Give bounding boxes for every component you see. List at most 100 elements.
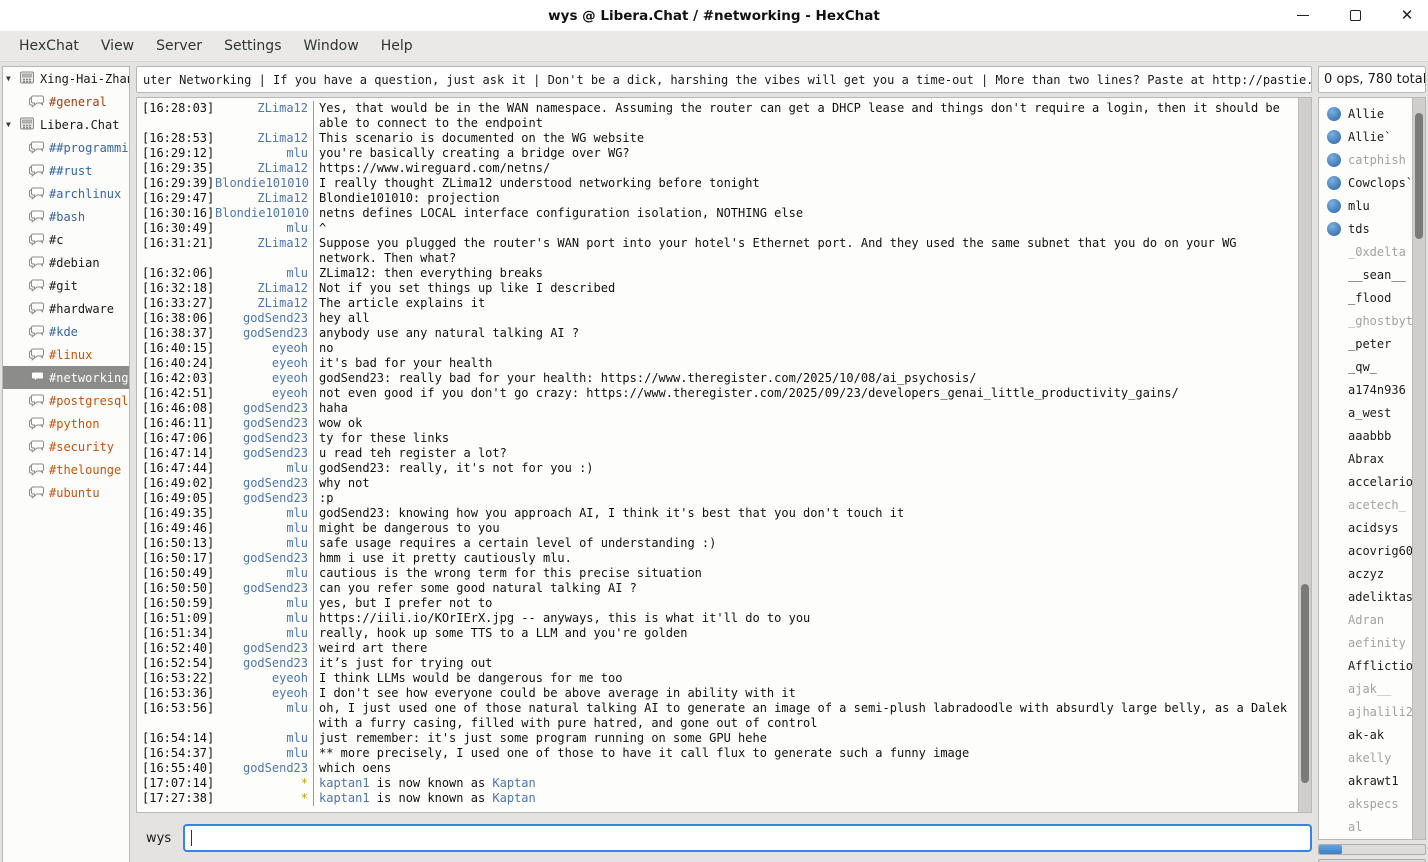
channel-item--debian[interactable]: #debian [3,251,129,274]
message-nick[interactable]: eyeoh [215,386,313,401]
channel-item--rust[interactable]: ##rust [3,159,129,182]
user-list-item[interactable]: Cowclops` [1319,171,1412,194]
user-list-item[interactable]: mlu [1319,194,1412,217]
message-nick[interactable]: mlu [215,596,313,611]
message-nick[interactable]: ZLima12 [215,236,313,266]
userlist-scrollbar[interactable] [1412,98,1425,839]
user-list-item[interactable]: _qw_ [1319,355,1412,378]
channel-item--ubuntu[interactable]: #ubuntu [3,481,129,504]
message-nick[interactable]: ZLima12 [215,296,313,311]
topic-input[interactable]: uter Networking | If you have a question… [136,66,1312,93]
channel-item--security[interactable]: #security [3,435,129,458]
message-nick[interactable]: godSend23 [215,326,313,341]
message-nick[interactable]: godSend23 [215,551,313,566]
message-nick[interactable]: mlu [215,521,313,536]
channel-item--c[interactable]: #c [3,228,129,251]
message-nick[interactable]: ZLima12 [215,131,313,146]
maximize-button[interactable] [1342,3,1368,29]
message-nick[interactable]: mlu [215,146,313,161]
message-nick[interactable]: Blondie101010 [215,176,313,191]
close-button[interactable]: ✕ [1394,3,1420,29]
server-item-xing-hai-zhan[interactable]: ▼Xing-Hai-Zhan [3,67,129,90]
message-nick[interactable]: eyeoh [215,371,313,386]
user-list-item[interactable]: acovrig60 [1319,539,1412,562]
expander-icon[interactable]: ▼ [6,120,19,129]
channel-item--kde[interactable]: #kde [3,320,129,343]
message-nick[interactable]: eyeoh [215,341,313,356]
user-list-item[interactable]: al [1319,815,1412,838]
message-input[interactable] [183,824,1312,852]
channel-item--bash[interactable]: #bash [3,205,129,228]
message-nick[interactable]: mlu [215,266,313,281]
menu-item-settings[interactable]: Settings [215,34,290,58]
user-list-item[interactable]: accelario [1319,470,1412,493]
channel-item--git[interactable]: #git [3,274,129,297]
menu-item-hexchat[interactable]: HexChat [10,34,88,58]
channel-item--archlinux[interactable]: #archlinux [3,182,129,205]
minimize-button[interactable] [1290,3,1316,29]
user-list-item[interactable]: akrawt1 [1319,769,1412,792]
user-list-item[interactable]: Affliction [1319,654,1412,677]
message-nick[interactable]: mlu [215,746,313,761]
channel-item--general[interactable]: #general [3,90,129,113]
user-list-item[interactable]: Allie [1319,102,1412,125]
message-nick[interactable]: ZLima12 [215,161,313,176]
user-list-item[interactable]: a_west [1319,401,1412,424]
user-list-item[interactable]: a174n936 [1319,378,1412,401]
user-list-item[interactable]: _0xdelta [1319,240,1412,263]
user-list-item[interactable]: _ghostbyt [1319,309,1412,332]
user-list-item[interactable]: catphish [1319,148,1412,171]
message-nick[interactable]: mlu [215,536,313,551]
message-nick[interactable]: godSend23 [215,581,313,596]
titlebar[interactable]: wys @ Libera.Chat / #networking - HexCha… [0,0,1428,31]
message-nick[interactable]: mlu [215,506,313,521]
message-nick[interactable]: godSend23 [215,641,313,656]
channel-item--networking[interactable]: #networking [3,366,129,389]
message-nick[interactable]: eyeoh [215,671,313,686]
menu-item-help[interactable]: Help [372,34,422,58]
channel-item--hardware[interactable]: #hardware [3,297,129,320]
user-list-item[interactable]: aefinity [1319,631,1412,654]
channel-item--thelounge[interactable]: #thelounge [3,458,129,481]
menu-item-window[interactable]: Window [294,34,367,58]
message-nick[interactable]: godSend23 [215,446,313,461]
message-nick[interactable]: godSend23 [215,431,313,446]
expander-icon[interactable]: ▼ [6,74,19,83]
message-nick[interactable]: Blondie101010 [215,206,313,221]
message-nick[interactable]: mlu [215,221,313,236]
userlist-scrollbar-thumb[interactable] [1415,113,1423,239]
user-list-item[interactable]: acetech_ [1319,493,1412,516]
message-nick[interactable]: godSend23 [215,311,313,326]
message-nick[interactable]: eyeoh [215,356,313,371]
message-nick[interactable]: godSend23 [215,656,313,671]
message-nick[interactable]: ZLima12 [215,281,313,296]
message-nick[interactable]: eyeoh [215,686,313,701]
message-nick[interactable]: mlu [215,731,313,746]
message-nick[interactable]: mlu [215,461,313,476]
channel-item--python[interactable]: #python [3,412,129,435]
channel-item--postgresql[interactable]: #postgresql [3,389,129,412]
menu-item-server[interactable]: Server [147,34,211,58]
user-list-item[interactable]: Adran [1319,608,1412,631]
user-list-item[interactable]: aczyz [1319,562,1412,585]
user-list-item[interactable]: adeliktas [1319,585,1412,608]
user-list-item[interactable]: acidsys [1319,516,1412,539]
user-list-item[interactable]: ajhalili2 [1319,700,1412,723]
message-nick[interactable]: mlu [215,611,313,626]
server-item-libera-chat[interactable]: ▼Libera.Chat [3,113,129,136]
user-list-item[interactable]: Abrax [1319,447,1412,470]
message-nick[interactable]: mlu [215,701,313,731]
chat-scrollbar-thumb[interactable] [1301,584,1309,784]
message-nick[interactable]: * [215,791,313,806]
channel-item--linux[interactable]: #linux [3,343,129,366]
chat-scrollbar[interactable] [1298,98,1311,812]
message-nick[interactable]: mlu [215,566,313,581]
menu-item-view[interactable]: View [92,34,143,58]
user-list-item[interactable]: Allie` [1319,125,1412,148]
message-nick[interactable]: godSend23 [215,491,313,506]
message-nick[interactable]: godSend23 [215,401,313,416]
user-list-item[interactable]: akspecs [1319,792,1412,815]
user-list-item[interactable]: _flood [1319,286,1412,309]
user-list-item[interactable]: tds [1319,217,1412,240]
user-list-item[interactable]: ak-ak [1319,723,1412,746]
